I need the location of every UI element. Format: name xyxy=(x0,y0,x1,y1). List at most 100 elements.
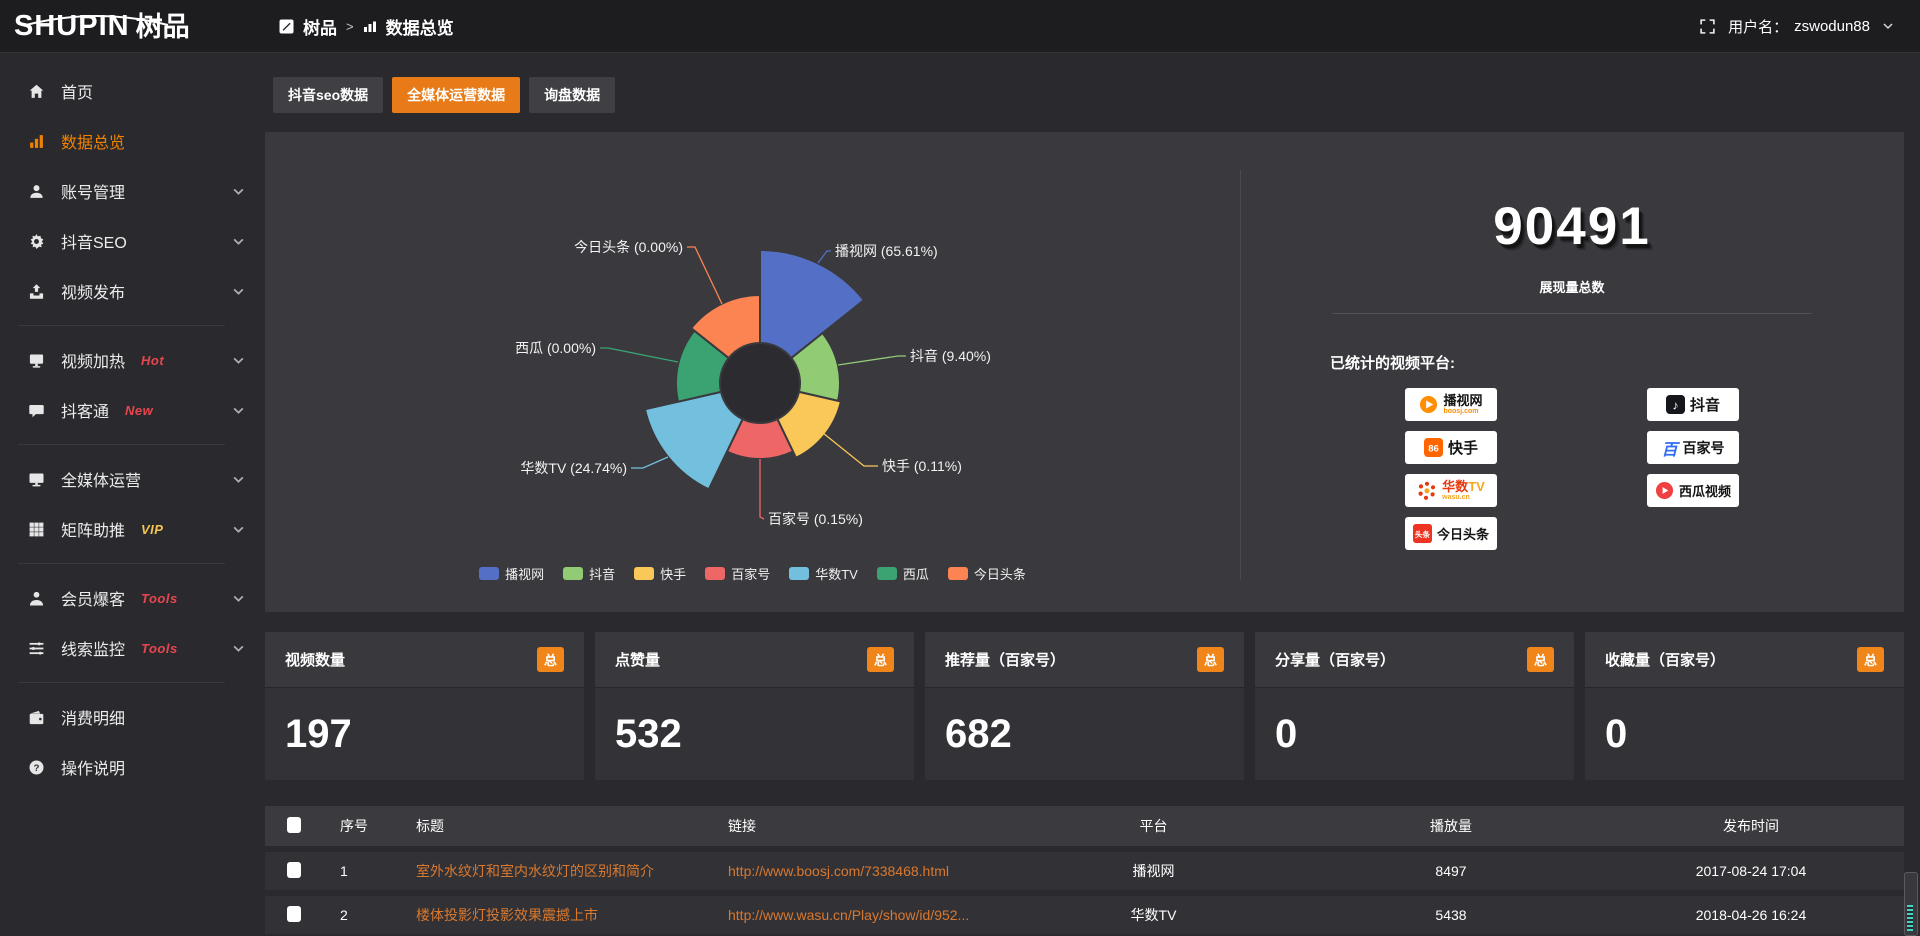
legend-item-播视网[interactable]: 播视网 xyxy=(479,564,544,583)
wallet-icon xyxy=(26,707,46,727)
cell-title-link[interactable]: 室外水纹灯和室内水纹灯的区别和简介 xyxy=(406,861,718,881)
sidebar-item-label: 线索监控 xyxy=(61,636,125,660)
sidebar-item-账号管理[interactable]: 账号管理 xyxy=(0,166,265,216)
sidebar-item-全媒体运营[interactable]: 全媒体运营 xyxy=(0,454,265,504)
tab-询盘数据[interactable]: 询盘数据 xyxy=(529,77,615,113)
slice-label-播视网: 播视网 (65.61%) xyxy=(835,243,938,259)
scroll-indicator-stripes xyxy=(1907,905,1913,931)
breadcrumb: 树品 > 数据总览 xyxy=(279,14,454,39)
sidebar-item-label: 数据总览 xyxy=(61,129,125,153)
top-bar: SHUPIN 树品 树品 > 数据总览 用户名：zswodun88 xyxy=(0,0,1920,53)
legend-item-华数TV[interactable]: 华数TV xyxy=(789,564,858,583)
cell-url-link[interactable]: http://www.boosj.com/7338468.html xyxy=(718,863,1003,879)
slice-label-快手: 快手 (0.11%) xyxy=(882,458,962,474)
cell-title-link[interactable]: 楼体投影灯投影效果震撼上市 xyxy=(406,905,718,925)
chevron-down-icon[interactable] xyxy=(1882,20,1894,32)
upload-icon xyxy=(26,281,46,301)
logo-arc-icon xyxy=(22,14,172,26)
cell-no: 1 xyxy=(322,863,406,879)
sidebar-item-消费明细[interactable]: 消费明细 xyxy=(0,692,265,742)
stat-card-label: 推荐量（百家号） xyxy=(945,649,1065,670)
slice-label-西瓜: 西瓜 (0.00%) xyxy=(515,340,596,356)
legend-item-西瓜[interactable]: 西瓜 xyxy=(877,564,929,583)
breadcrumb-separator: > xyxy=(346,19,354,34)
breadcrumb-root[interactable]: 树品 xyxy=(303,14,337,39)
totals-section: 90491 展现量总数 已统计的视频平台: 播视网boosj.com86快手华数… xyxy=(1240,132,1904,612)
sidebar-item-label: 会员爆客 xyxy=(61,586,125,610)
sidebar-item-会员爆客[interactable]: 会员爆客Tools xyxy=(0,573,265,623)
sidebar-item-线索监控[interactable]: 线索监控Tools xyxy=(0,623,265,673)
column-header-标题: 标题 xyxy=(406,816,718,836)
sidebar-item-label: 矩阵助推 xyxy=(61,517,125,541)
sidebar-divider xyxy=(18,563,225,564)
sidebar-nav: 首页数据总览账号管理抖音SEO视频发布视频加热Hot抖客通New全媒体运营矩阵助… xyxy=(0,52,265,936)
cell-url-link[interactable]: http://www.wasu.cn/Play/show/id/952... xyxy=(718,907,1003,923)
overview-panel: 播视网 (65.61%)抖音 (9.40%)快手 (0.11%)百家号 (0.1… xyxy=(265,132,1904,612)
legend-swatch xyxy=(634,567,654,580)
legend-swatch xyxy=(789,567,809,580)
svg-text:86: 86 xyxy=(1428,443,1439,454)
legend-label: 华数TV xyxy=(815,564,858,583)
stat-card-label: 分享量（百家号） xyxy=(1275,649,1395,670)
sidebar-item-视频加热[interactable]: 视频加热Hot xyxy=(0,335,265,385)
legend-label: 播视网 xyxy=(505,564,544,583)
svg-text:?: ? xyxy=(33,762,39,773)
username-value[interactable]: zswodun88 xyxy=(1794,18,1870,35)
stat-card-header: 点赞量总 xyxy=(595,632,914,688)
stat-card-value: 197 xyxy=(265,688,584,757)
row-checkbox[interactable] xyxy=(287,862,301,878)
scrollbar-thumb[interactable] xyxy=(1904,872,1918,936)
sidebar-item-抖音SEO[interactable]: 抖音SEO xyxy=(0,216,265,266)
stat-card-视频数量: 视频数量总197 xyxy=(265,632,584,780)
sidebar-item-label: 消费明细 xyxy=(61,705,125,729)
sidebar-item-矩阵助推[interactable]: 矩阵助推 VIP xyxy=(0,504,265,554)
legend-item-抖音[interactable]: 抖音 xyxy=(563,564,615,583)
sidebar-item-操作说明[interactable]: ?操作说明 xyxy=(0,742,265,792)
tab-抖音seo数据[interactable]: 抖音seo数据 xyxy=(273,77,383,113)
stat-card-点赞量: 点赞量总532 xyxy=(595,632,914,780)
legend-item-快手[interactable]: 快手 xyxy=(634,564,686,583)
total-badge: 总 xyxy=(1527,647,1554,672)
stat-card-header: 分享量（百家号） 总 xyxy=(1255,632,1574,688)
user-icon xyxy=(26,181,46,201)
home-icon xyxy=(26,81,46,101)
sidebar-item-label: 视频发布 xyxy=(61,279,125,303)
sidebar-item-视频发布[interactable]: 视频发布 xyxy=(0,266,265,316)
sidebar-item-数据总览[interactable]: 数据总览 xyxy=(0,116,265,166)
legend-swatch xyxy=(479,567,499,580)
cell-platform: 华数TV xyxy=(1003,905,1304,925)
total-badge: 总 xyxy=(867,647,894,672)
svg-text:头条: 头条 xyxy=(1415,529,1431,539)
username-label: 用户名： xyxy=(1728,16,1788,37)
row-checkbox[interactable] xyxy=(287,906,301,922)
sidebar-item-首页[interactable]: 首页 xyxy=(0,66,265,116)
user-menu: 用户名： zswodun88 xyxy=(1699,16,1920,37)
total-badge: 总 xyxy=(1857,647,1884,672)
pie-slice-华数TV[interactable] xyxy=(645,392,743,489)
stat-cards: 视频数量总197点赞量总532推荐量（百家号）总682分享量（百家号）总0收藏量… xyxy=(265,632,1904,780)
select-all-checkbox[interactable] xyxy=(287,817,301,833)
monitor-icon xyxy=(26,469,46,489)
sidebar-item-抖客通[interactable]: 抖客通New xyxy=(0,385,265,435)
platform-logo-百家号: 百百家号 xyxy=(1647,431,1739,464)
main-content: 抖音seo数据全媒体运营数据询盘数据 播视网 (65.61%)抖音 (9.40%… xyxy=(265,52,1920,936)
cell-platform: 播视网 xyxy=(1003,861,1304,881)
column-header-播放量: 播放量 xyxy=(1304,816,1598,836)
breadcrumb-current[interactable]: 数据总览 xyxy=(386,14,454,39)
stat-card-分享量（百家号）: 分享量（百家号）总0 xyxy=(1255,632,1574,780)
legend-label: 百家号 xyxy=(731,564,770,583)
legend-item-百家号[interactable]: 百家号 xyxy=(705,564,770,583)
fullscreen-icon[interactable] xyxy=(1699,18,1716,35)
tab-全媒体运营数据[interactable]: 全媒体运营数据 xyxy=(392,77,520,113)
chat-icon xyxy=(26,400,46,420)
sidebar-badge-VIP: VIP xyxy=(141,522,163,537)
label-leader-快手 xyxy=(823,433,878,466)
legend-item-今日头条[interactable]: 今日头条 xyxy=(948,564,1026,583)
videos-table: 序号标题链接平台播放量发布时间1室外水纹灯和室内水纹灯的区别和简介http://… xyxy=(265,806,1904,936)
gear-icon xyxy=(26,231,46,251)
column-header-链接: 链接 xyxy=(718,816,1003,836)
platform-logo-西瓜视频: 西瓜视频 xyxy=(1647,474,1739,507)
legend-label: 西瓜 xyxy=(903,564,929,583)
nightingale-rose-chart: 播视网 (65.61%)抖音 (9.40%)快手 (0.11%)百家号 (0.1… xyxy=(265,132,1240,612)
chevron-down-icon xyxy=(232,185,245,198)
